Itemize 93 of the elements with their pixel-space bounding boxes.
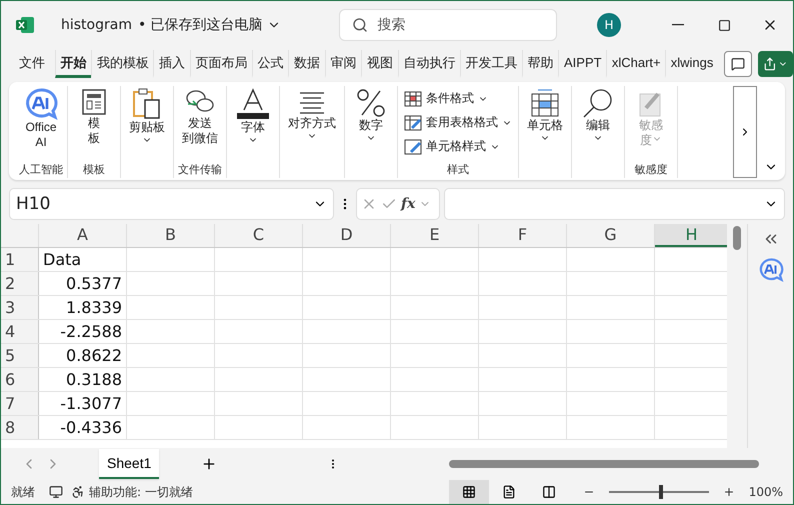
ribbon-tab[interactable]: 插入 xyxy=(153,50,190,78)
row-header[interactable]: 3 xyxy=(1,296,39,319)
column-header[interactable]: A xyxy=(39,224,127,247)
minimize-icon xyxy=(672,24,684,26)
ribbon-button[interactable]: 字体 xyxy=(231,86,275,162)
column-header[interactable]: D xyxy=(303,224,391,247)
group-label: 样式 xyxy=(447,162,469,178)
group-label: 敏感度 xyxy=(634,162,668,178)
ai-icon[interactable] xyxy=(758,258,784,282)
table-cell: -1.3077 xyxy=(39,392,127,415)
conditional-format-icon xyxy=(404,90,422,106)
ribbon-button[interactable]: 单元格样式 xyxy=(402,136,514,157)
row-header[interactable]: 4 xyxy=(1,320,39,343)
ribbon-button[interactable]: 发送 到微信 xyxy=(178,86,222,162)
excel-logo-icon xyxy=(15,16,35,34)
scroll-right-button[interactable] xyxy=(733,86,757,178)
ribbon-tab[interactable]: xlwings xyxy=(664,50,718,78)
row-header[interactable]: 5 xyxy=(1,344,39,367)
table-cell: -2.2588 xyxy=(39,320,127,343)
insert-function-button[interactable]: fx xyxy=(401,196,416,212)
font-icon xyxy=(236,88,270,120)
row-header[interactable]: 1 xyxy=(1,248,39,271)
ribbon-tab[interactable]: 视图 xyxy=(361,50,398,78)
grid-icon xyxy=(462,485,476,499)
window-title: histogram xyxy=(61,17,132,33)
search-icon xyxy=(352,17,368,33)
sheet-tab[interactable]: Sheet1 xyxy=(99,449,160,479)
ribbon-tab[interactable]: AIPPT xyxy=(558,50,606,78)
column-header[interactable]: F xyxy=(479,224,567,247)
comment-button[interactable] xyxy=(724,51,752,77)
name-box[interactable]: H10 xyxy=(9,188,334,220)
group-label: 模板 xyxy=(83,162,105,178)
accessibility-icon xyxy=(71,485,85,499)
ribbon-tab[interactable]: 我的模板 xyxy=(91,50,153,78)
group-label: 人工智能 xyxy=(19,162,63,178)
ribbon-tab[interactable]: 页面布局 xyxy=(190,50,252,78)
ribbon-button[interactable]: Office AI xyxy=(19,86,63,162)
ribbon-button[interactable]: 数字 xyxy=(349,86,393,162)
ribbon-tab[interactable]: xlChart+ xyxy=(606,50,665,78)
ribbon-button[interactable]: 对齐方式 xyxy=(284,86,340,162)
table-cell: 0.5377 xyxy=(39,272,127,295)
group-label: 文件传输 xyxy=(178,162,222,178)
row-header[interactable]: 2 xyxy=(1,272,39,295)
table-cell: 0.8622 xyxy=(39,344,127,367)
column-header[interactable]: H xyxy=(655,224,728,247)
template-icon xyxy=(81,88,107,116)
horizontal-scrollbar[interactable] xyxy=(449,457,759,471)
cells-icon xyxy=(530,88,560,118)
ai-icon xyxy=(24,88,58,120)
ribbon-button[interactable]: 剪贴板 xyxy=(125,86,169,162)
row-header[interactable]: 6 xyxy=(1,368,39,391)
column-header[interactable]: B xyxy=(127,224,215,247)
ribbon-tab[interactable]: 审阅 xyxy=(324,50,361,78)
share-icon xyxy=(762,57,776,71)
search-icon xyxy=(582,88,614,118)
zoom-in-icon[interactable] xyxy=(722,486,735,498)
row-header[interactable]: 8 xyxy=(1,416,39,439)
ribbon-tab[interactable]: 文件 xyxy=(9,50,54,78)
save-status[interactable]: • 已保存到这台电脑 xyxy=(138,16,281,34)
ribbon-tab[interactable]: 自动执行 xyxy=(398,50,460,78)
view-button[interactable] xyxy=(448,480,489,504)
ribbon-tab[interactable]: 帮助 xyxy=(522,50,558,78)
row-header[interactable]: 7 xyxy=(1,392,39,415)
clipboard-icon xyxy=(132,88,162,120)
column-header[interactable]: C xyxy=(215,224,303,247)
page-break-icon xyxy=(542,485,556,499)
ribbon-tab[interactable]: 数据 xyxy=(288,50,324,78)
table-cell: Data xyxy=(39,248,127,271)
formula-field[interactable] xyxy=(444,188,785,220)
table-cell: 1.8339 xyxy=(39,296,127,319)
comment-icon xyxy=(730,57,745,71)
ribbon-tab[interactable]: 公式 xyxy=(252,50,288,78)
table-format-icon xyxy=(404,114,422,130)
page-icon xyxy=(502,485,516,499)
maximize-icon xyxy=(718,18,730,32)
ribbon-button[interactable]: 模 板 xyxy=(72,86,116,162)
table-cell: -0.4336 xyxy=(39,416,127,439)
status-text: 就绪 xyxy=(11,484,35,500)
ribbon-button[interactable]: 套用表格格式 xyxy=(402,112,514,133)
search-field[interactable]: 搜索 xyxy=(338,9,557,41)
ribbon-button[interactable]: 编辑 xyxy=(576,86,620,162)
ribbon-tab[interactable]: 开发工具 xyxy=(460,50,522,78)
ribbon-button[interactable]: 条件格式 xyxy=(402,88,514,109)
cell-style-icon xyxy=(404,138,422,154)
share-button[interactable] xyxy=(758,51,793,77)
ribbon-button[interactable]: 单元格 xyxy=(523,86,567,162)
ribbon-tab[interactable]: 开始 xyxy=(54,50,91,78)
user-avatar[interactable]: H xyxy=(597,13,621,37)
column-header[interactable]: E xyxy=(391,224,479,247)
zoom-level[interactable]: 100% xyxy=(748,485,783,499)
percent-icon xyxy=(356,88,386,118)
accessibility-status[interactable]: 辅助功能: 一切就绪 xyxy=(71,484,193,500)
table-cell: 0.3188 xyxy=(39,368,127,391)
